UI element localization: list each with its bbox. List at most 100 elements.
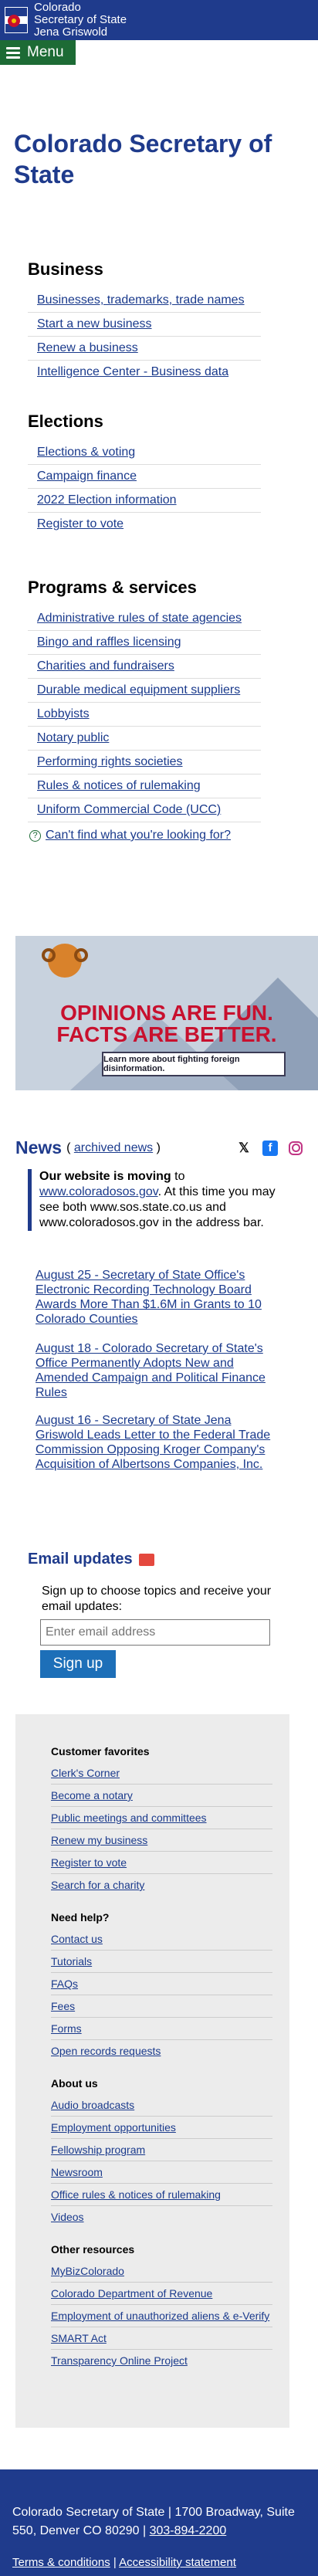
disinformation-banner[interactable]: OPINIONS ARE FUN. FACTS ARE BETTER. Lear… <box>15 936 318 1090</box>
x-twitter-icon[interactable]: 𝕏 <box>236 1141 252 1156</box>
footer-link[interactable]: Fees <box>51 1995 272 2018</box>
business-link[interactable]: Businesses, trademarks, trade names <box>28 289 261 313</box>
social-links: 𝕏 f <box>236 1140 303 1156</box>
hamburger-icon <box>6 45 20 61</box>
elections-heading: Elections <box>28 412 103 431</box>
programs-link[interactable]: Performing rights societies <box>28 751 261 774</box>
email-heading: Email updates <box>28 1551 133 1568</box>
elections-link[interactable]: 2022 Election information <box>28 489 261 513</box>
site-footer: Colorado Secretary of State | 1700 Broad… <box>0 2469 318 2576</box>
elections-link[interactable]: Campaign finance <box>28 465 261 489</box>
news-header: News ( archived news ) 𝕏 f <box>15 1137 303 1158</box>
paren-open: ( <box>66 1141 71 1154</box>
group-heading: About us <box>51 2077 98 2090</box>
footer-link[interactable]: Search for a charity <box>51 1874 272 1896</box>
page-title: Colorado Secretary of State <box>14 130 272 188</box>
footer-link[interactable]: Office rules & notices of rulemaking <box>51 2184 272 2206</box>
banner-line1: OPINIONS ARE FUN. <box>60 1001 273 1025</box>
banner-cta-button[interactable]: Learn more about fighting foreign disinf… <box>102 1052 286 1076</box>
cant-find-row: ? Can't find what you're looking for? <box>29 829 318 842</box>
footer-link[interactable]: Become a notary <box>51 1785 272 1807</box>
menu-button[interactable]: Menu <box>0 40 76 65</box>
facebook-icon[interactable]: f <box>262 1140 278 1156</box>
cant-find-link[interactable]: Can't find what you're looking for? <box>46 829 231 842</box>
menu-label: Menu <box>27 44 64 60</box>
programs-link[interactable]: Administrative rules of state agencies <box>28 607 261 631</box>
programs-link[interactable]: Uniform Commercial Code (UCC) <box>28 798 261 822</box>
business-links: Businesses, trademarks, trade names Star… <box>28 289 261 384</box>
archived-news-link[interactable]: archived news <box>74 1141 153 1154</box>
programs-link[interactable]: Rules & notices of rulemaking <box>28 774 261 798</box>
footer-link[interactable]: Forms <box>51 2018 272 2040</box>
footer-address: Colorado Secretary of State | 1700 Broad… <box>12 2503 306 2540</box>
footer-link[interactable]: MyBizColorado <box>51 2260 272 2283</box>
banner-headline: OPINIONS ARE FUN. FACTS ARE BETTER. <box>15 1002 318 1046</box>
ram-mascot-icon <box>42 944 88 978</box>
link-group-other-resources: Other resources MyBizColorado Colorado D… <box>51 2243 272 2371</box>
question-icon: ? <box>29 829 41 842</box>
email-updates-title: Email updates <box>28 1551 290 1568</box>
phone-link[interactable]: 303-894-2200 <box>150 2524 227 2537</box>
group-heading: Need help? <box>51 1911 110 1924</box>
link-group-about-us: About us Audio broadcasts Employment opp… <box>51 2077 272 2228</box>
colorado-flag-logo[interactable] <box>5 7 28 33</box>
email-updates-section: Email updates Sign up to choose topics a… <box>28 1551 290 1678</box>
business-link[interactable]: Start a new business <box>28 313 261 337</box>
news-item[interactable]: August 16 - Secretary of State Jena Gris… <box>36 1413 275 1472</box>
footer-link[interactable]: Employment of unauthorized aliens & e-Ve… <box>51 2305 272 2327</box>
brand-line2: Secretary of State <box>34 13 127 26</box>
sign-up-button[interactable]: Sign up <box>40 1650 116 1678</box>
programs-link[interactable]: Durable medical equipment suppliers <box>28 679 261 703</box>
news-item[interactable]: August 25 - Secretary of State Office's … <box>36 1268 275 1327</box>
programs-link[interactable]: Notary public <box>28 727 261 751</box>
elections-section: Elections Elections & voting Campaign fi… <box>0 412 318 536</box>
archived-news: ( archived news ) <box>66 1141 161 1155</box>
footer-link[interactable]: Transparency Online Project <box>51 2350 272 2371</box>
email-icon <box>138 1553 154 1566</box>
programs-section: Programs & services Administrative rules… <box>0 578 318 822</box>
brand-line3: Jena Griswold <box>34 25 108 39</box>
footer-link[interactable]: Colorado Department of Revenue <box>51 2283 272 2305</box>
elections-link[interactable]: Register to vote <box>28 513 261 536</box>
link-group-need-help: Need help? Contact us Tutorials FAQs Fee… <box>51 1911 272 2062</box>
programs-link[interactable]: Charities and fundraisers <box>28 655 261 679</box>
accessibility-link[interactable]: Accessibility statement <box>119 2556 236 2569</box>
website-moving-notice: Our website is moving to www.coloradosos… <box>28 1169 290 1231</box>
notice-link[interactable]: www.coloradosos.gov <box>39 1185 158 1198</box>
footer-link[interactable]: Newsroom <box>51 2161 272 2184</box>
footer-link[interactable]: FAQs <box>51 1973 272 1995</box>
footer-link[interactable]: Fellowship program <box>51 2139 272 2161</box>
footer-link[interactable]: Register to vote <box>51 1852 272 1874</box>
footer-link[interactable]: Employment opportunities <box>51 2117 272 2139</box>
instagram-icon[interactable] <box>289 1141 303 1155</box>
legal-separator: | <box>113 2556 117 2569</box>
footer-link[interactable]: Renew my business <box>51 1829 272 1852</box>
programs-link[interactable]: Lobbyists <box>28 703 261 727</box>
link-group-customer-favorites: Customer favorites Clerk's Corner Become… <box>51 1745 272 1896</box>
elections-link[interactable]: Elections & voting <box>28 441 261 465</box>
site-brand[interactable]: Colorado Secretary of State Jena Griswol… <box>34 2 127 39</box>
elections-links: Elections & voting Campaign finance 2022… <box>28 441 261 536</box>
notice-bold: Our website is moving <box>39 1170 171 1183</box>
footer-link[interactable]: Public meetings and committees <box>51 1807 272 1829</box>
footer-link[interactable]: Open records requests <box>51 2040 272 2062</box>
brand-line1: Colorado <box>34 1 81 14</box>
footer-link[interactable]: Clerk's Corner <box>51 1762 272 1785</box>
footer-link[interactable]: Audio broadcasts <box>51 2094 272 2117</box>
programs-link[interactable]: Bingo and raffles licensing <box>28 631 261 655</box>
programs-links: Administrative rules of state agencies B… <box>28 607 261 822</box>
footer-links-panel: Customer favorites Clerk's Corner Become… <box>15 1714 289 2428</box>
notice-to: to <box>171 1170 185 1183</box>
footer-link[interactable]: Tutorials <box>51 1951 272 1973</box>
footer-link[interactable]: SMART Act <box>51 2327 272 2350</box>
email-input[interactable] <box>40 1619 270 1646</box>
news-item[interactable]: August 18 - Colorado Secretary of State'… <box>36 1341 275 1400</box>
terms-link[interactable]: Terms & conditions <box>12 2556 110 2569</box>
footer-link[interactable]: Videos <box>51 2206 272 2228</box>
footer-link[interactable]: Contact us <box>51 1928 272 1951</box>
business-link[interactable]: Renew a business <box>28 337 261 361</box>
email-description: Sign up to choose topics and receive you… <box>42 1585 272 1613</box>
menu-bar: Menu <box>0 40 318 66</box>
footer-legal: Terms & conditions | Accessibility state… <box>12 2556 306 2569</box>
business-link[interactable]: Intelligence Center - Business data <box>28 361 261 384</box>
